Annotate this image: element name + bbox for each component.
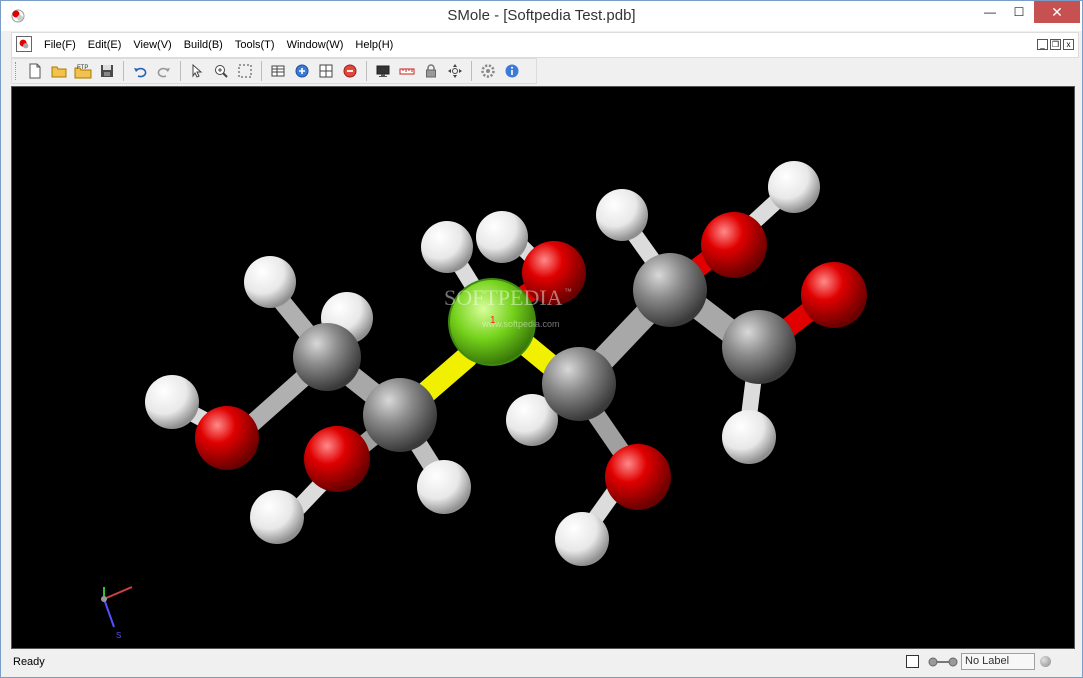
status-indicator-icon (1040, 656, 1051, 667)
move-icon (448, 64, 462, 78)
ftp-open-icon: FTP (74, 65, 92, 79)
toolbar: FTP (11, 58, 537, 84)
toolbar-grip[interactable] (15, 62, 19, 80)
settings-icon (481, 64, 495, 78)
new-file-button[interactable] (24, 60, 46, 82)
app-window: SMole - [Softpedia Test.pdb] — ☐ ✕ File(… (0, 0, 1083, 678)
remove-circle-icon (343, 64, 357, 78)
table-icon (271, 65, 285, 77)
axis-label: S (116, 631, 121, 640)
window-title: SMole - [Softpedia Test.pdb] (447, 7, 636, 24)
carbon-atom[interactable] (293, 323, 361, 391)
info-icon (505, 64, 519, 78)
grid-button[interactable] (315, 60, 337, 82)
hydrogen-atom[interactable] (596, 189, 648, 241)
menu-item-view[interactable]: View(V) (127, 33, 177, 57)
oxygen-atom[interactable] (701, 212, 767, 278)
add-circle-icon (295, 64, 309, 78)
ftp-open-button[interactable]: FTP (72, 60, 94, 82)
mdi-minimize-button[interactable]: _ (1037, 39, 1048, 50)
redo-icon (157, 67, 170, 78)
watermark-text: SOFTPEDIA (444, 285, 563, 310)
toolbar-separator (471, 61, 472, 81)
remove-atom-button[interactable] (339, 60, 361, 82)
undo-icon (134, 67, 147, 78)
zoom-button[interactable] (210, 60, 232, 82)
status-message: Ready (13, 656, 45, 668)
move-button[interactable] (444, 60, 466, 82)
hydrogen-atom[interactable] (722, 410, 776, 464)
mdi-restore-button[interactable]: ❐ (1050, 39, 1061, 50)
hydrogen-atom[interactable] (476, 211, 528, 263)
oxygen-atom[interactable] (195, 406, 259, 470)
label-field[interactable]: No Label (961, 653, 1035, 670)
menu-item-build[interactable]: Build(B) (178, 33, 229, 57)
status-checkbox[interactable] (906, 655, 919, 668)
hydrogen-atom[interactable] (145, 375, 199, 429)
toolbar-separator (123, 61, 124, 81)
menu-item-window[interactable]: Window(W) (281, 33, 350, 57)
menu-item-tools[interactable]: Tools(T) (229, 33, 281, 57)
carbon-atom[interactable] (722, 310, 796, 384)
menu-items: File(F) Edit(E) View(V) Build(B) Tools(T) Win… (38, 33, 399, 57)
rectangle-select-icon (238, 64, 252, 78)
molecule-viewport[interactable]: SOFTPEDIA ™ www.softpedia.com 1 S (11, 86, 1075, 649)
rectangle-select-button[interactable] (234, 60, 256, 82)
maximize-button[interactable]: ☐ (1005, 1, 1033, 23)
menu-item-help[interactable]: Help(H) (349, 33, 399, 57)
save-button[interactable] (96, 60, 118, 82)
status-bar: Ready No Label (1, 651, 1082, 677)
molecule-render[interactable]: SOFTPEDIA ™ www.softpedia.com 1 S (12, 87, 1074, 648)
oxygen-atom[interactable] (605, 444, 671, 510)
watermark-trademark: ™ (564, 287, 572, 296)
new-file-icon (29, 63, 41, 79)
menu-bar: File(F) Edit(E) View(V) Build(B) Tools(T) Win… (11, 32, 1079, 58)
orientation-axes: S (101, 586, 133, 640)
undo-button[interactable] (129, 60, 151, 82)
hydrogen-atom[interactable] (421, 221, 473, 273)
title-bar[interactable]: SMole - [Softpedia Test.pdb] — ☐ ✕ (1, 1, 1082, 31)
hydrogen-atom[interactable] (768, 161, 820, 213)
bond-mode-icon[interactable] (927, 654, 959, 670)
open-folder-icon (51, 66, 67, 78)
measure-icon (399, 68, 415, 75)
monitor-icon (376, 65, 390, 77)
hydrogen-atom[interactable] (250, 490, 304, 544)
toolbar-separator (366, 61, 367, 81)
hydrogen-atom[interactable] (244, 256, 296, 308)
lock-button[interactable] (420, 60, 442, 82)
table-button[interactable] (267, 60, 289, 82)
carbon-atom[interactable] (542, 347, 616, 421)
select-button[interactable] (186, 60, 208, 82)
minimize-button[interactable]: — (976, 1, 1004, 23)
info-button[interactable] (501, 60, 523, 82)
hydrogen-atom[interactable] (417, 460, 471, 514)
mdi-close-button[interactable]: x (1063, 39, 1074, 50)
redo-button[interactable] (153, 60, 175, 82)
menu-item-file[interactable]: File(F) (38, 33, 82, 57)
oxygen-atom[interactable] (801, 262, 867, 328)
close-button[interactable]: ✕ (1034, 1, 1080, 23)
selected-atom-label: 1 (490, 315, 496, 326)
carbon-atom[interactable] (363, 378, 437, 452)
menu-item-edit[interactable]: Edit(E) (82, 33, 128, 57)
select-arrow-icon (192, 63, 203, 78)
toolbar-separator (180, 61, 181, 81)
measure-button[interactable] (396, 60, 418, 82)
save-icon (101, 65, 113, 77)
add-atom-button[interactable] (291, 60, 313, 82)
hydrogen-atom[interactable] (555, 512, 609, 566)
display-button[interactable] (372, 60, 394, 82)
carbon-atom[interactable] (633, 253, 707, 327)
mdi-controls: _ ❐ x (1037, 39, 1074, 50)
lock-icon (426, 64, 436, 78)
oxygen-atom[interactable] (304, 426, 370, 492)
open-button[interactable] (48, 60, 70, 82)
settings-button[interactable] (477, 60, 499, 82)
zoom-icon (215, 65, 228, 78)
grid-icon (319, 64, 333, 78)
toolbar-separator (261, 61, 262, 81)
document-system-icon[interactable] (16, 36, 32, 52)
ftp-label: FTP (77, 65, 88, 71)
